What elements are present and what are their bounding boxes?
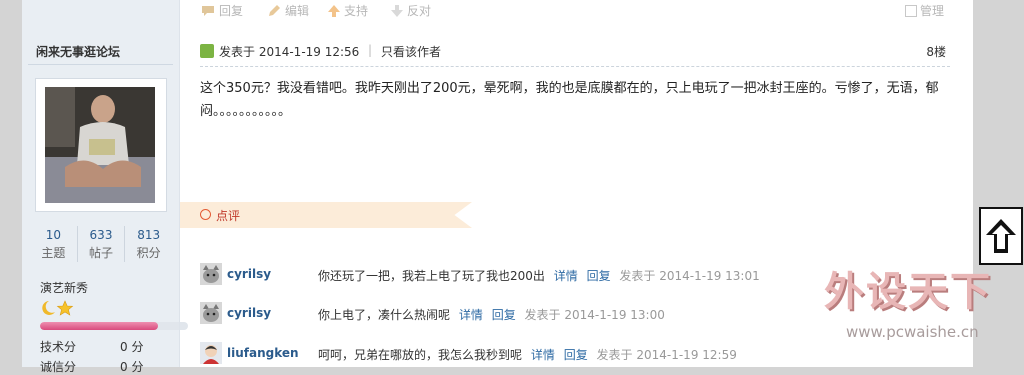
comments-tab-label: 点评 (216, 209, 241, 223)
person-avatar-icon[interactable] (200, 342, 222, 364)
support-label: 支持 (344, 4, 369, 18)
comment-text: 呵呵，兄弟在哪放的，我怎么我秒到呢 (318, 348, 523, 362)
moon-star-rank-icon (42, 300, 74, 316)
comment-timestamp: 发表于 2014-1-19 12:59 (596, 348, 737, 362)
post-header: 发表于 2014-1-19 12:56 | 只看该作者 8楼 (200, 43, 948, 61)
post-timestamp: 发表于 2014-1-19 12:56 (219, 45, 360, 59)
comment-detail-link[interactable]: 详情 (531, 348, 555, 362)
watermark-url: www.pcwaishe.cn (846, 323, 979, 341)
column-divider (179, 0, 180, 367)
support-button[interactable]: 支持 (327, 2, 368, 19)
arrow-up-icon (986, 219, 1016, 253)
header-separator: | (368, 43, 373, 57)
comment-text: 你上电了，凑什么热闹呢 (318, 308, 451, 322)
comment-content: 你还玩了一把，我若上电了玩了我也200出 详情 回复 发表于 2014-1-19… (318, 267, 760, 284)
stat-label: 帖子 (89, 246, 114, 260)
stat-value: 633 (89, 228, 113, 242)
stat-credits[interactable]: 813 积分 (124, 226, 172, 262)
comment-timestamp: 发表于 2014-1-19 13:00 (524, 308, 665, 322)
post-action-bar: 回复 编辑 支持 反对 管理 (180, 0, 950, 22)
comment-username[interactable]: liufangken (227, 346, 299, 360)
comment-reply-link[interactable]: 回复 (492, 308, 516, 322)
post-content: 这个350元？我没看错吧。我昨天刚出了200元，晕死啊，我的也是底膜都在的，只上… (200, 81, 939, 119)
comment-reply-link[interactable]: 回复 (564, 348, 588, 362)
stat-value: 813 (137, 228, 161, 242)
cat-avatar-icon[interactable] (200, 302, 222, 324)
manage-label: 管理 (920, 4, 945, 18)
online-status-icon (200, 44, 214, 58)
reply-button[interactable]: 回复 (200, 2, 243, 19)
site-watermark: 外设天下 www.pcwaishe.cn (822, 268, 1012, 341)
floor-number[interactable]: 8楼 (926, 43, 946, 60)
reply-label: 回复 (219, 4, 244, 18)
only-author-link[interactable]: 只看该作者 (381, 43, 441, 60)
stat-posts[interactable]: 633 帖子 (76, 226, 125, 262)
stat-label: 积分 (136, 246, 161, 260)
cat-avatar-icon[interactable] (200, 263, 222, 285)
points-value: 0 分 (120, 340, 144, 354)
comment-detail-link[interactable]: 详情 (459, 308, 483, 322)
avatar[interactable] (35, 78, 167, 212)
comment-timestamp: 发表于 2014-1-19 13:01 (619, 269, 760, 283)
checkbox-icon (905, 4, 917, 17)
scroll-to-top-button[interactable] (979, 207, 1023, 265)
watermark-brand: 外设天下 (824, 269, 992, 315)
points-label: 诚信分 (40, 360, 77, 374)
rank-progress-fill (40, 322, 159, 330)
sidebar-divider (28, 64, 173, 65)
stat-topics[interactable]: 10 主题 (30, 226, 77, 262)
oppose-button[interactable]: 反对 (390, 2, 431, 19)
comment-text: 你还玩了一把，我若上电了玩了我也200出 (318, 269, 545, 283)
stat-value: 10 (45, 228, 61, 242)
comment-ring-icon (200, 209, 211, 220)
comment-content: 你上电了，凑什么热闹呢 详情 回复 发表于 2014-1-19 13:00 (318, 306, 665, 323)
points-label: 技术分 (40, 340, 77, 354)
speech-bubble-icon (202, 5, 214, 16)
user-stats: 10 主题 633 帖子 813 积分 (30, 226, 172, 262)
comment-username[interactable]: cyrilsy (227, 267, 271, 281)
author-sidebar: 闲来无事逛论坛 10 主题 633 帖子 813 积分 演艺新秀 技术分 0 分… (22, 0, 188, 374)
comment-username[interactable]: cyrilsy (227, 306, 271, 320)
author-name[interactable]: 闲来无事逛论坛 (36, 43, 120, 60)
thumb-up-icon (328, 4, 340, 17)
rank-progress-bar (40, 322, 188, 330)
manage-button[interactable]: 管理 (905, 2, 944, 19)
comment-content: 呵呵，兄弟在哪放的，我怎么我秒到呢 详情 回复 发表于 2014-1-19 12… (318, 346, 737, 363)
comments-tab: 点评 (180, 202, 472, 228)
user-rank[interactable]: 演艺新秀 (40, 279, 88, 296)
comment-reply-link[interactable]: 回复 (587, 269, 611, 283)
avatar-photo (45, 87, 155, 203)
post-header-divider (200, 66, 950, 67)
comment-detail-link[interactable]: 详情 (554, 269, 578, 283)
tech-points-row: 技术分 0 分 (40, 338, 143, 355)
pencil-icon (269, 4, 280, 16)
oppose-label: 反对 (407, 4, 432, 18)
stat-label: 主题 (41, 246, 66, 260)
edit-button[interactable]: 编辑 (266, 2, 309, 19)
edit-label: 编辑 (285, 4, 310, 18)
thumb-down-icon (391, 4, 403, 17)
